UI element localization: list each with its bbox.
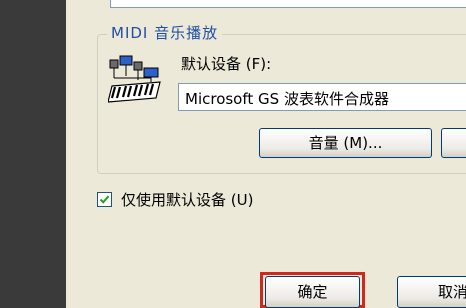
use-default-only-checkbox[interactable]	[97, 192, 112, 207]
default-device-label: 默认设备 (F):	[181, 55, 272, 73]
background-left-strip	[0, 0, 66, 308]
upper-field-edge	[110, 0, 466, 8]
advanced-button-partial[interactable]	[441, 128, 466, 158]
midi-device-icon	[107, 54, 164, 106]
use-default-only-label: 仅使用默认设备 (U)	[121, 191, 254, 209]
volume-button[interactable]: 音量 (M)...	[259, 128, 432, 158]
midi-device-select-value: Microsoft GS 波表软件合成器	[185, 90, 389, 108]
cancel-button[interactable]: 取消	[397, 276, 466, 308]
midi-group-legend: MIDI 音乐播放	[107, 22, 223, 43]
midi-device-select[interactable]: Microsoft GS 波表软件合成器	[178, 83, 466, 111]
checkmark-icon	[99, 195, 110, 204]
ok-button[interactable]: 确定	[265, 276, 360, 308]
